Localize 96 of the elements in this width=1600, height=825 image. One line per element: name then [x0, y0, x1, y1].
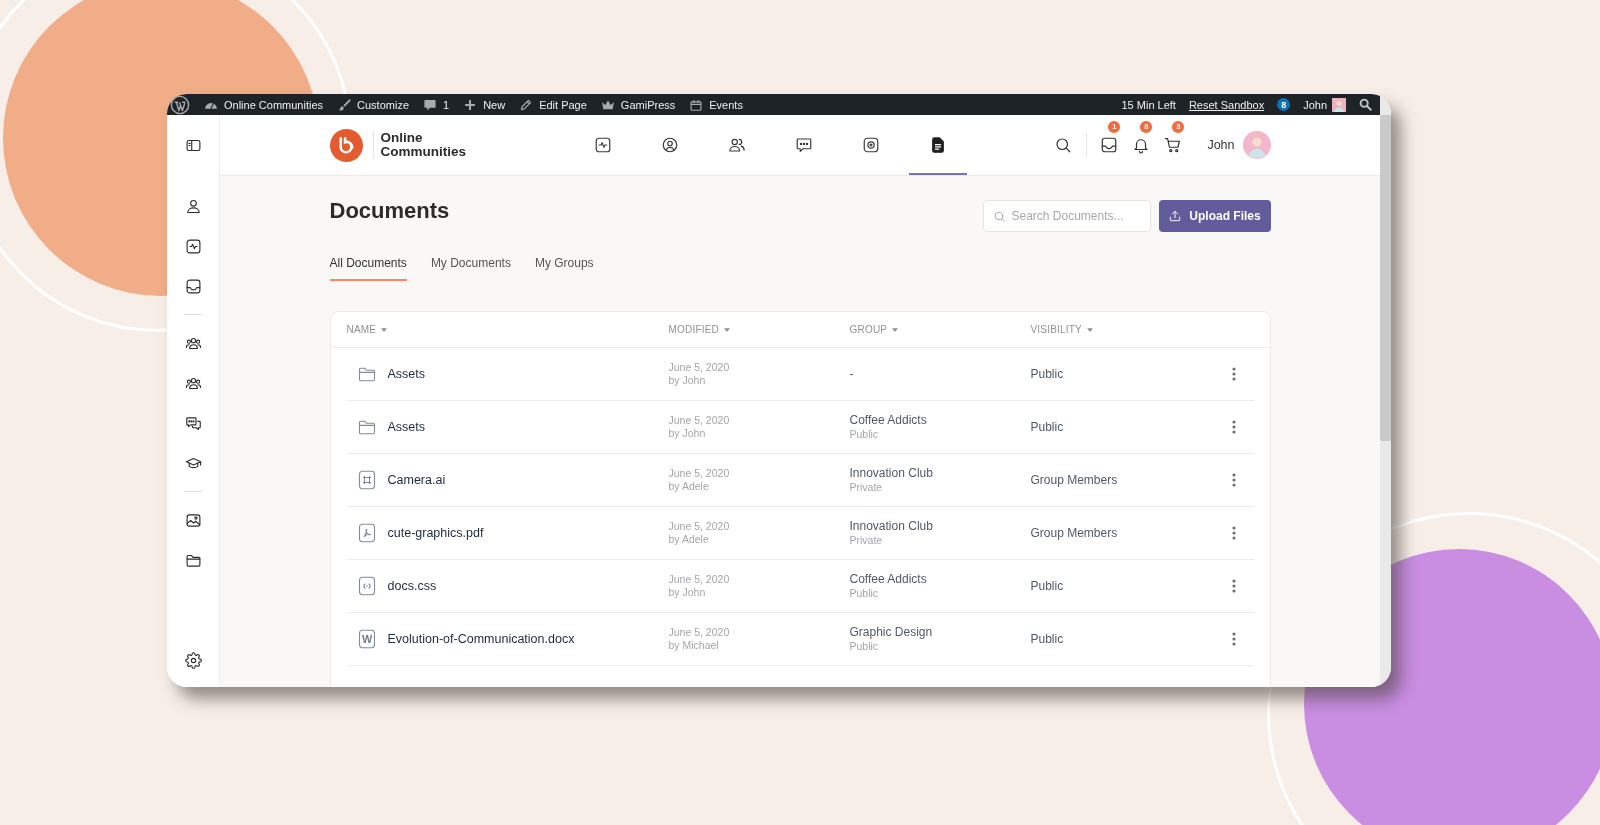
author-name: by Michael	[668, 639, 719, 653]
pulse-icon[interactable]	[184, 237, 202, 255]
more-options-icon[interactable]	[1231, 367, 1236, 381]
scrollbar-track[interactable]	[1380, 94, 1391, 687]
pulse-icon	[593, 136, 612, 154]
avatar-icon[interactable]	[1332, 97, 1346, 112]
sort-caret-icon	[892, 327, 899, 332]
visibility-text: Public	[1030, 579, 1065, 593]
code-file-icon	[356, 575, 377, 597]
visibility-text: Public	[1030, 420, 1065, 434]
settings-icon[interactable]	[184, 651, 202, 669]
upload-icon	[1168, 209, 1183, 223]
sort-caret-icon	[381, 327, 388, 332]
group-name: Coffee Addicts	[849, 413, 927, 428]
image-icon[interactable]	[184, 511, 202, 529]
admin-bar-link[interactable]: Online Communities	[204, 97, 324, 112]
user-name[interactable]: John	[1303, 98, 1327, 111]
tab[interactable]: My Groups	[534, 255, 594, 281]
admin-bar-link[interactable]: Edit Page	[519, 97, 587, 112]
more-options-icon[interactable]	[1231, 632, 1236, 646]
pencil-icon	[519, 97, 534, 112]
search-field[interactable]: Search Documents...	[982, 200, 1151, 232]
notification-badge[interactable]: 8	[1277, 98, 1291, 111]
chat-bubbles-icon[interactable]	[184, 414, 202, 432]
site-title[interactable]: Online Communities	[380, 131, 477, 159]
visibility-text: Public	[1030, 367, 1065, 381]
upload-button[interactable]: Upload Files	[1158, 200, 1271, 232]
file-name[interactable]: cute-graphics.pdf	[387, 526, 484, 540]
chat-bubble-icon	[794, 136, 813, 154]
search-icon[interactable]	[1359, 98, 1372, 111]
sort-caret-icon	[724, 327, 730, 332]
visibility-text: Public	[1030, 632, 1065, 646]
visibility-text: Group Members	[1030, 526, 1119, 540]
group-name: Coffee Addicts	[849, 572, 927, 587]
group-name: Innovation Club	[849, 519, 933, 534]
file-name[interactable]: Assets	[387, 420, 425, 434]
author-name: by Adele	[668, 480, 709, 494]
tab[interactable]: All Documents	[329, 255, 407, 281]
group-name: Innovation Club	[849, 466, 933, 481]
admin-bar-link[interactable]: 1	[423, 97, 450, 112]
author-name: by Adele	[668, 533, 709, 547]
more-options-icon[interactable]	[1231, 473, 1236, 487]
more-options-icon[interactable]	[1231, 526, 1236, 540]
author-name: by John	[668, 374, 706, 388]
file-name[interactable]: Assets	[387, 367, 425, 381]
file-name[interactable]: Camera.ai	[387, 473, 446, 487]
word-file-icon: W	[356, 628, 377, 650]
group-privacy: Private	[849, 534, 883, 547]
modified-date: June 5, 2020	[668, 360, 730, 374]
modified-date: June 5, 2020	[668, 466, 730, 480]
user-name[interactable]: John	[1207, 138, 1235, 152]
logo-icon[interactable]	[170, 94, 190, 115]
timer-text: 15 Min Left	[1121, 98, 1176, 111]
calendar-icon	[689, 97, 704, 112]
group-name: -	[849, 366, 854, 382]
author-name: by John	[668, 586, 706, 600]
page-title: Documents	[329, 200, 450, 222]
file-name[interactable]: docs.css	[387, 579, 437, 593]
inbox-icon[interactable]	[184, 277, 202, 295]
search-icon	[992, 209, 1006, 223]
cart-icon[interactable]	[1164, 136, 1183, 154]
pdf-file-icon	[356, 522, 377, 544]
camera-icon	[861, 136, 880, 154]
visibility-text: Group Members	[1030, 473, 1119, 487]
user-circle-icon	[660, 136, 679, 154]
reset-link[interactable]: Reset Sandbox	[1188, 98, 1265, 111]
modified-date: June 5, 2020	[668, 413, 730, 427]
group-privacy: Public	[849, 587, 879, 600]
modified-date: June 5, 2020	[668, 625, 730, 639]
search-icon[interactable]	[1054, 136, 1073, 154]
people-icon	[727, 136, 746, 154]
tab[interactable]: My Documents	[430, 255, 511, 281]
admin-bar-link[interactable]: GamiPress	[600, 97, 676, 112]
more-options-icon[interactable]	[1231, 579, 1236, 593]
sort-caret-icon	[1086, 327, 1093, 332]
file-name[interactable]: Evolution-of-Communication.docx	[387, 632, 575, 646]
group-privacy: Private	[849, 481, 883, 494]
brush-icon	[337, 97, 352, 112]
logo-icon[interactable]	[329, 128, 363, 162]
more-options-icon[interactable]	[1231, 420, 1236, 434]
comment-icon	[423, 97, 437, 112]
bell-icon[interactable]	[1132, 136, 1151, 154]
admin-bar-link[interactable]: Events	[689, 97, 743, 112]
person-icon[interactable]	[184, 197, 202, 215]
artboard-file-icon	[356, 469, 377, 491]
modified-date: June 5, 2020	[668, 572, 730, 586]
plus-icon	[463, 97, 478, 112]
modified-date: June 5, 2020	[668, 519, 730, 533]
author-name: by John	[668, 427, 706, 441]
inbox-icon[interactable]	[1100, 136, 1119, 154]
admin-bar-link[interactable]: New	[463, 97, 506, 112]
group-name: Graphic Design	[849, 625, 933, 640]
admin-bar-link[interactable]: Customize	[337, 97, 409, 112]
group-privacy: Public	[849, 428, 879, 441]
group-privacy: Public	[849, 640, 879, 653]
scrollbar-thumb[interactable]	[1380, 115, 1391, 441]
